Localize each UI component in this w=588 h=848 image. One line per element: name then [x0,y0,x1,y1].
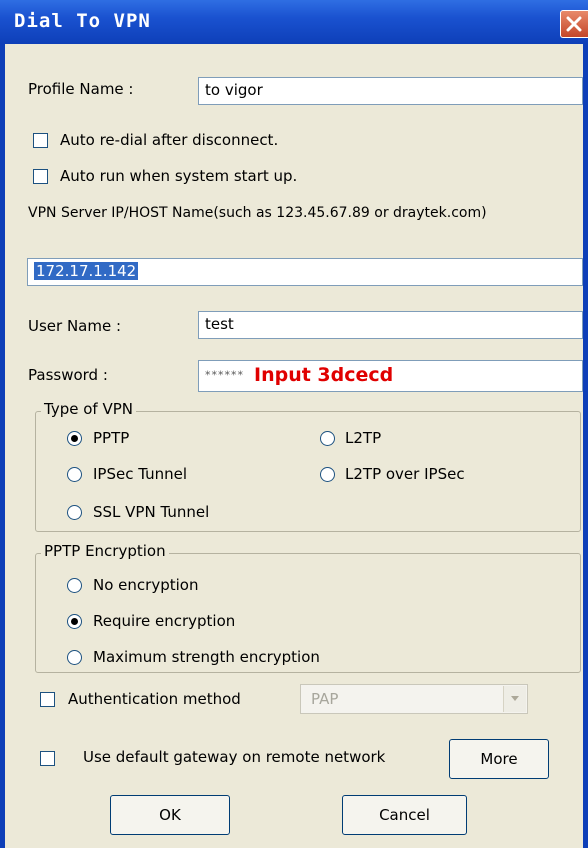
user-name-input[interactable]: test [198,311,583,339]
profile-name-label: Profile Name : [28,80,134,98]
auto-run-label: Auto run when system start up. [60,167,298,185]
dropdown-arrow[interactable] [503,686,526,712]
ssl-vpn-tunnel-label: SSL VPN Tunnel [93,503,210,521]
default-gateway-checkbox[interactable] [40,751,55,766]
ssl-vpn-tunnel-radio[interactable] [67,505,82,520]
auth-method-dropdown[interactable]: PAP [300,684,528,714]
pptp-radio[interactable] [67,431,82,446]
vpn-type-title: Type of VPN [41,400,136,418]
window-frame-left [0,44,5,848]
password-label: Password : [28,366,108,384]
l2tp-radio[interactable] [320,431,335,446]
auto-redial-checkbox[interactable] [33,133,48,148]
profile-name-value: to vigor [205,81,263,99]
no-encryption-label: No encryption [93,576,199,594]
l2tp-label: L2TP [345,429,382,447]
title-bar: Dial To VPN [0,0,588,44]
window-frame-right [583,44,588,848]
no-encryption-radio[interactable] [67,578,82,593]
pptp-encryption-title: PPTP Encryption [41,542,169,560]
auto-run-checkbox[interactable] [33,169,48,184]
maximum-encryption-radio[interactable] [67,650,82,665]
password-note: Input 3dcecd [254,364,394,386]
default-gateway-label: Use default gateway on remote network [83,748,386,766]
maximum-encryption-label: Maximum strength encryption [93,648,320,666]
auth-method-value: PAP [311,690,339,708]
auto-redial-label: Auto re-dial after disconnect. [60,131,279,149]
close-button[interactable] [560,10,588,38]
vpn-server-label: VPN Server IP/HOST Name(such as 123.45.6… [28,205,487,221]
auth-method-label: Authentication method [68,690,241,708]
require-encryption-radio[interactable] [67,614,82,629]
ipsec-tunnel-label: IPSec Tunnel [93,465,188,483]
ipsec-tunnel-radio[interactable] [67,467,82,482]
window-title: Dial To VPN [14,10,151,32]
ok-button[interactable]: OK [110,795,230,835]
more-button[interactable]: More [449,739,549,779]
password-input[interactable]: ****** Input 3dcecd [198,360,583,392]
password-mask: ****** [205,368,244,382]
close-icon [566,16,582,32]
cancel-button[interactable]: Cancel [342,795,467,835]
l2tp-over-ipsec-label: L2TP over IPSec [345,465,465,483]
chevron-down-icon [511,696,519,701]
user-name-value: test [205,315,234,333]
l2tp-over-ipsec-radio[interactable] [320,467,335,482]
require-encryption-label: Require encryption [93,612,236,630]
user-name-label: User Name : [28,317,122,335]
vpn-server-input[interactable]: 172.17.1.142 [27,258,583,286]
pptp-label: PPTP [93,429,130,447]
profile-name-input[interactable]: to vigor [198,77,583,105]
vpn-server-value: 172.17.1.142 [34,262,139,280]
auth-method-checkbox[interactable] [40,692,55,707]
